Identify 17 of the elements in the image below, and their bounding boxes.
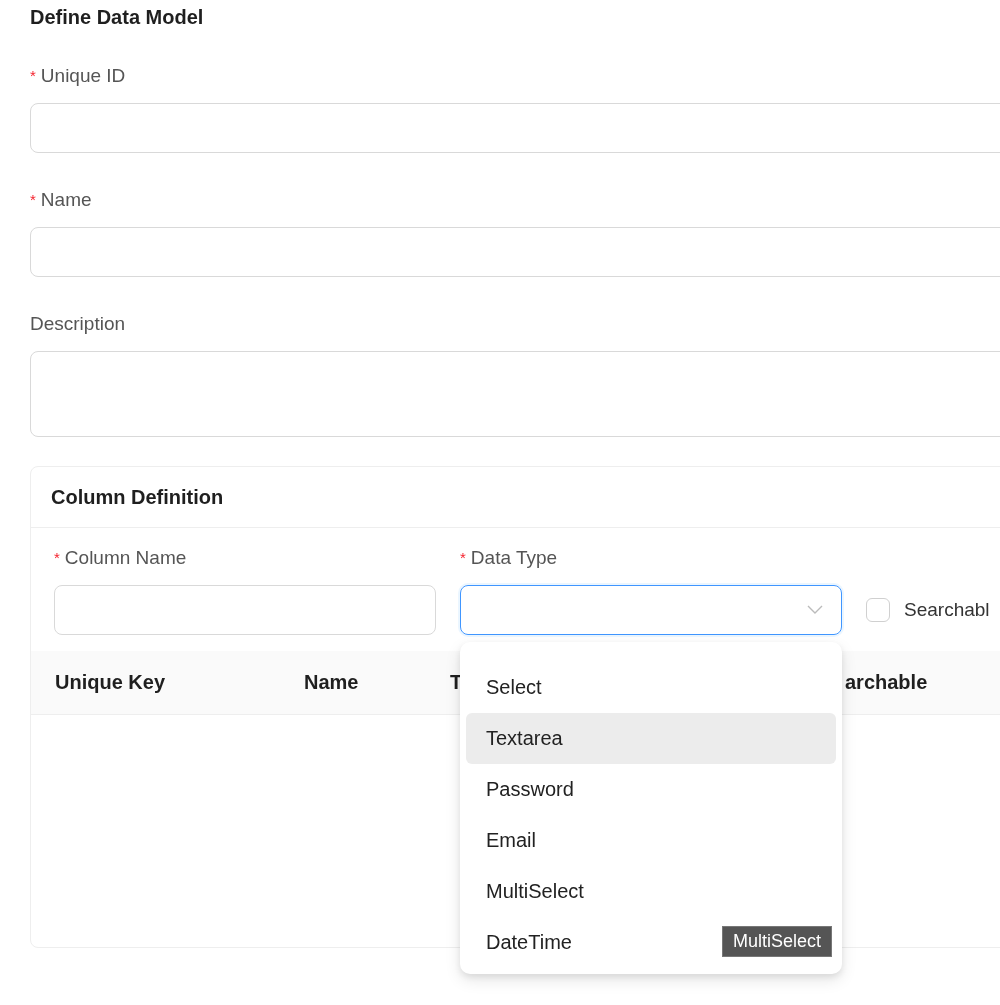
required-mark: * — [30, 190, 36, 210]
checkbox-label: Searchabl — [904, 599, 990, 621]
label-text: Unique ID — [40, 65, 126, 87]
required-mark: * — [460, 548, 466, 568]
required-mark: * — [54, 548, 60, 568]
column-header: archable — [845, 671, 928, 693]
column-header: Unique Key — [55, 671, 166, 693]
label-text: Column Name — [64, 547, 187, 569]
dropdown-option[interactable]: Textarea — [466, 713, 836, 764]
label-text: Description — [30, 313, 126, 335]
card-title: Column Definition — [31, 467, 1000, 528]
page-title: Define Data Model — [30, 5, 205, 29]
label-text: Name — [40, 189, 92, 211]
tooltip: MultiSelect — [722, 926, 833, 957]
column-header: Name — [304, 671, 359, 693]
required-mark: * — [30, 66, 36, 86]
label-text: Data Type — [470, 547, 558, 569]
